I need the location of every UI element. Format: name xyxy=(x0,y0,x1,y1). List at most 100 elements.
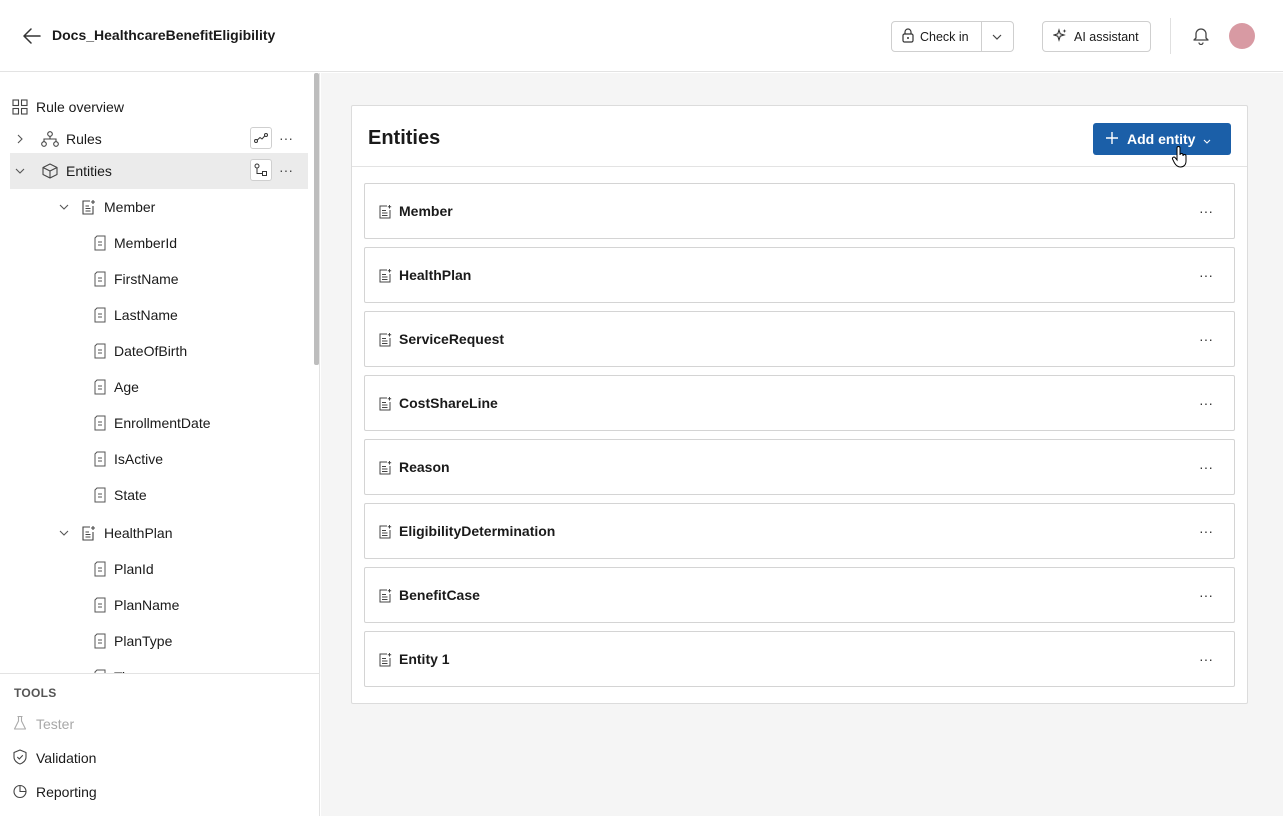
sidebar-item-rule-overview[interactable]: Rule overview xyxy=(10,89,308,125)
ai-assistant-button[interactable]: AI assistant xyxy=(1042,21,1151,52)
entity-row-reason[interactable]: Reason ··· xyxy=(364,439,1235,495)
tree-item-label: EnrollmentDate xyxy=(114,415,211,431)
more-options-icon[interactable]: ··· xyxy=(276,127,296,149)
entity-name: Member xyxy=(399,203,453,219)
entities-panel: Entities Add entity Member ··· HealthPla… xyxy=(351,105,1248,704)
sidebar-scrollbar[interactable] xyxy=(314,73,319,365)
entity-row-servicerequest[interactable]: ServiceRequest ··· xyxy=(364,311,1235,367)
tree-item-label: Age xyxy=(114,379,139,395)
more-options-icon[interactable]: ··· xyxy=(1194,329,1218,349)
entity-row-entity-1[interactable]: Entity 1 ··· xyxy=(364,631,1235,687)
field-icon xyxy=(90,559,110,579)
tree-item-field[interactable]: PlanType xyxy=(90,623,308,659)
tree-item-field[interactable]: EnrollmentDate xyxy=(90,405,308,441)
entity-name: Reason xyxy=(399,459,450,475)
chevron-down-icon[interactable] xyxy=(982,22,1013,51)
entity-doc-icon xyxy=(78,523,98,543)
field-icon xyxy=(90,485,110,505)
tree-item-label: PlanType xyxy=(114,633,173,649)
chevron-down-icon[interactable] xyxy=(10,168,30,174)
field-icon xyxy=(90,413,110,433)
checkin-label: Check in xyxy=(920,29,969,44)
field-icon xyxy=(90,377,110,397)
flow-icon[interactable] xyxy=(250,127,272,149)
field-icon xyxy=(90,269,110,289)
tree-item-label: LastName xyxy=(114,307,178,323)
entity-doc-icon xyxy=(377,267,393,283)
sparkle-icon xyxy=(1052,27,1068,46)
chevron-right-icon[interactable] xyxy=(10,134,30,144)
entity-doc-icon xyxy=(377,331,393,347)
more-options-icon[interactable]: ··· xyxy=(1194,457,1218,477)
entity-doc-icon xyxy=(377,203,393,219)
entity-name: Entity 1 xyxy=(399,651,450,667)
grid-icon xyxy=(10,97,30,117)
tree-item-field[interactable]: LastName xyxy=(90,297,308,333)
sidebar: Rule overview Rules ··· Entities ··· Mem… xyxy=(0,73,320,816)
entity-row-benefitcase[interactable]: BenefitCase ··· xyxy=(364,567,1235,623)
avatar[interactable] xyxy=(1229,23,1255,49)
tool-reporting[interactable]: Reporting xyxy=(12,780,97,804)
lock-icon xyxy=(902,27,914,46)
tree-item-label: HealthPlan xyxy=(104,525,173,541)
entity-name: HealthPlan xyxy=(399,267,472,283)
tree-item-label: FirstName xyxy=(114,271,179,287)
tree-item-field[interactable]: IsActive xyxy=(90,441,308,477)
panel-header: Entities Add entity xyxy=(352,106,1247,168)
page-title: Entities xyxy=(368,127,441,149)
entity-row-eligibilitydetermination[interactable]: EligibilityDetermination ··· xyxy=(364,503,1235,559)
tree-item-field[interactable]: State xyxy=(90,477,308,513)
tree-item-field[interactable]: Age xyxy=(90,369,308,405)
tree-item-field[interactable]: DateOfBirth xyxy=(90,333,308,369)
chevron-down-icon[interactable] xyxy=(54,204,74,210)
tree-item-entity[interactable]: Member xyxy=(54,189,308,225)
tools-heading: TOOLS xyxy=(14,686,57,700)
diagram-icon[interactable] xyxy=(250,159,272,181)
bell-icon[interactable] xyxy=(1191,26,1211,46)
tree-item-field[interactable]: PlanName xyxy=(90,587,308,623)
sidebar-item-rules[interactable]: Rules ··· xyxy=(10,121,308,157)
more-options-icon[interactable]: ··· xyxy=(1194,649,1218,669)
cube-icon xyxy=(40,161,60,181)
more-options-icon[interactable]: ··· xyxy=(1194,393,1218,413)
add-entity-label: Add entity xyxy=(1127,131,1196,147)
sidebar-item-entities[interactable]: Entities ··· xyxy=(10,153,308,189)
tool-validation[interactable]: Validation xyxy=(12,746,96,770)
entity-row-healthplan[interactable]: HealthPlan ··· xyxy=(364,247,1235,303)
document-title: Docs_HealthcareBenefitEligibility xyxy=(52,27,276,43)
more-options-icon[interactable]: ··· xyxy=(1194,585,1218,605)
field-icon xyxy=(90,631,110,651)
chevron-down-icon[interactable] xyxy=(54,530,74,536)
entity-row-costshareline[interactable]: CostShareLine ··· xyxy=(364,375,1235,431)
entity-name: BenefitCase xyxy=(399,587,480,603)
ai-assistant-label: AI assistant xyxy=(1074,29,1139,44)
tree-item-field[interactable]: Ti xyxy=(90,659,308,673)
more-options-icon[interactable]: ··· xyxy=(1194,201,1218,221)
tool-tester[interactable]: Tester xyxy=(12,712,74,736)
add-entity-button[interactable]: Add entity xyxy=(1093,123,1231,155)
tool-label: Tester xyxy=(36,716,75,732)
tree-item-field[interactable]: MemberId xyxy=(90,225,308,261)
tree-item-label: PlanName xyxy=(114,597,180,613)
chevron-down-icon xyxy=(1203,131,1211,147)
more-options-icon[interactable]: ··· xyxy=(1194,521,1218,541)
tree-item-label: IsActive xyxy=(114,451,164,467)
field-icon xyxy=(90,305,110,325)
entity-row-member[interactable]: Member ··· xyxy=(364,183,1235,239)
divider xyxy=(0,673,320,674)
back-arrow-icon[interactable] xyxy=(20,24,44,48)
entity-doc-icon xyxy=(377,459,393,475)
more-options-icon[interactable]: ··· xyxy=(276,159,296,181)
tree-item-entity[interactable]: HealthPlan xyxy=(54,515,308,551)
tree-item-field[interactable]: FirstName xyxy=(90,261,308,297)
entity-doc-icon xyxy=(377,523,393,539)
plus-icon xyxy=(1105,131,1119,148)
checkin-button[interactable]: Check in xyxy=(892,22,982,51)
more-options-icon[interactable]: ··· xyxy=(1194,265,1218,285)
main-content: Entities Add entity Member ··· HealthPla… xyxy=(321,73,1283,816)
header-divider xyxy=(1170,18,1171,54)
tree-item-field[interactable]: PlanId xyxy=(90,551,308,587)
field-icon xyxy=(90,449,110,469)
entity-doc-icon xyxy=(377,587,393,603)
entity-doc-icon xyxy=(377,651,393,667)
